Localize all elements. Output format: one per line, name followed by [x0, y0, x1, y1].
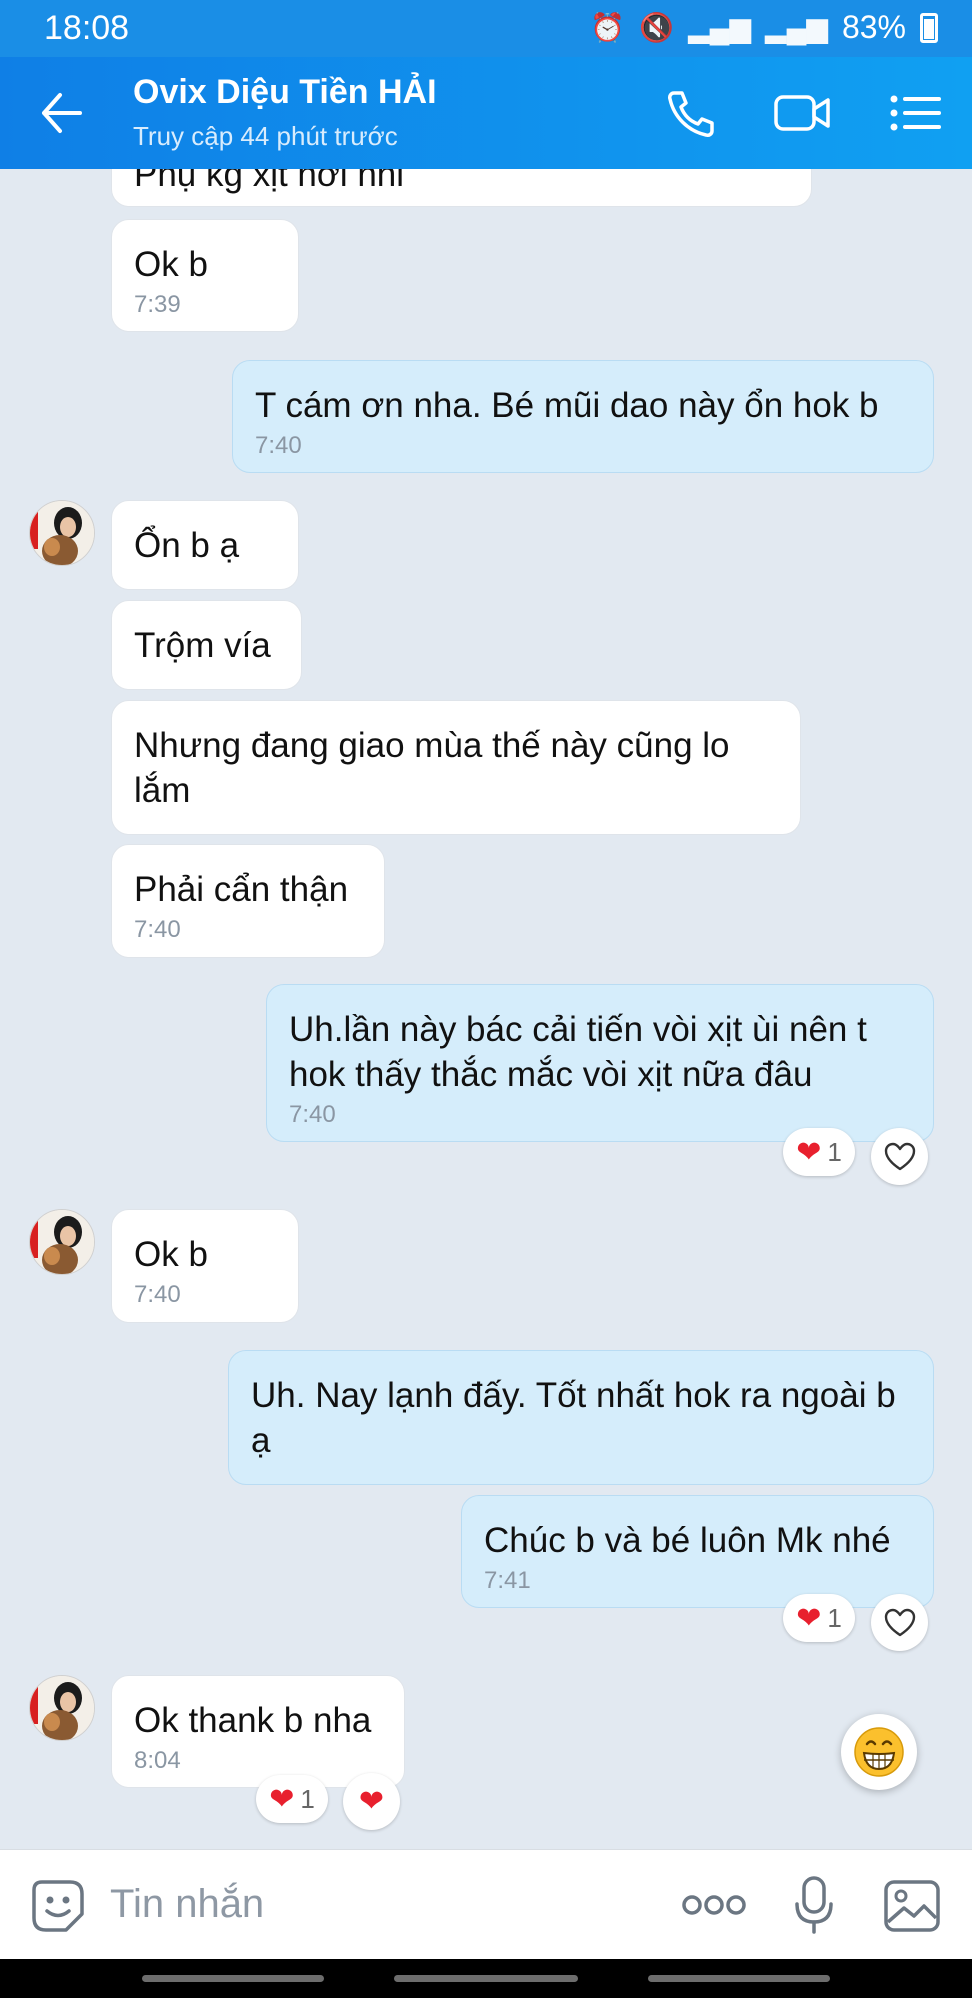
heart-icon: ❤ — [269, 1782, 295, 1816]
status-time: 18:08 — [44, 9, 130, 47]
message-incoming[interactable]: Ok b 7:39 — [111, 219, 299, 332]
microphone-icon[interactable] — [792, 1874, 836, 1936]
menu-list-icon[interactable] — [886, 85, 946, 141]
message-outgoing[interactable]: Chúc b và bé luôn Mk nhé 7:41 — [461, 1495, 934, 1608]
message-incoming[interactable]: Nhưng đang giao mùa thế này cũng lo lắm — [111, 700, 801, 835]
react-heart-button[interactable]: ❤ — [343, 1773, 400, 1830]
message-time: 7:39 — [134, 291, 181, 318]
message-incoming[interactable]: Phải cẩn thận 7:40 — [111, 844, 385, 958]
reaction-count[interactable]: ❤ 1 — [256, 1775, 328, 1823]
system-navigation-bar — [0, 1959, 972, 1998]
data-signal-icon: ▂▄▆ — [765, 12, 828, 43]
message-incoming[interactable]: Phụ kg xịt hơi nhỉ — [111, 169, 812, 207]
message-composer: Tin nhắn — [0, 1849, 972, 1960]
nav-recents[interactable] — [648, 1975, 830, 1982]
grinning-face-icon — [854, 1727, 904, 1777]
message-incoming[interactable]: Ok b 7:40 — [111, 1209, 299, 1323]
quick-emoji-button[interactable] — [841, 1714, 917, 1790]
heart-icon: ❤ — [796, 1601, 822, 1635]
message-incoming[interactable]: Ok thank b nha 8:04 — [111, 1675, 405, 1788]
video-call-icon[interactable] — [772, 85, 832, 141]
image-gallery-icon[interactable] — [882, 1878, 942, 1934]
sticker-icon[interactable] — [30, 1878, 86, 1934]
heart-outline-icon — [884, 1608, 915, 1636]
back-arrow-icon[interactable] — [36, 87, 92, 139]
message-time: 7:40 — [289, 1101, 336, 1128]
message-time: 7:40 — [134, 916, 181, 943]
heart-icon: ❤ — [358, 1785, 385, 1818]
message-time: 7:40 — [134, 1281, 181, 1308]
message-outgoing[interactable]: Uh. Nay lạnh đấy. Tốt nhất hok ra ngoài … — [228, 1350, 934, 1485]
status-icons: ⏰ 🔇 ▂▄▆ ▂▄▆ 83% — [590, 9, 938, 46]
contact-avatar[interactable] — [29, 1209, 95, 1275]
message-outgoing[interactable]: T cám ơn nha. Bé mũi dao này ổn hok b 7:… — [232, 360, 934, 473]
alarm-icon: ⏰ — [590, 12, 626, 43]
message-time: 7:40 — [255, 432, 302, 459]
message-incoming[interactable]: Ổn b ạ — [111, 500, 299, 590]
chat-header: Ovix Diệu Tiền HẢI Truy cập 44 phút trướ… — [0, 57, 972, 169]
last-seen-status: Truy cập 44 phút trước — [133, 121, 398, 151]
status-bar: 18:08 ⏰ 🔇 ▂▄▆ ▂▄▆ 83% — [0, 0, 972, 57]
contact-avatar[interactable] — [29, 500, 95, 566]
battery-icon — [920, 12, 938, 43]
message-incoming[interactable]: Trộm vía — [111, 600, 302, 690]
battery-percent: 83% — [841, 9, 906, 45]
react-heart-button[interactable] — [871, 1594, 928, 1651]
heart-outline-icon — [884, 1142, 915, 1170]
heart-icon: ❤ — [796, 1135, 822, 1169]
message-time: 7:41 — [484, 1567, 531, 1594]
phone-call-icon[interactable] — [660, 85, 720, 141]
nav-back[interactable] — [142, 1975, 324, 1982]
mute-icon: 🔇 — [639, 12, 675, 43]
react-heart-button[interactable] — [871, 1128, 928, 1185]
message-input[interactable]: Tin nhắn — [110, 1882, 264, 1927]
reaction-count[interactable]: ❤ 1 — [783, 1594, 855, 1642]
more-options-icon[interactable] — [682, 1890, 746, 1920]
message-outgoing[interactable]: Uh.lần này bác cải tiến vòi xịt ùi nên t… — [266, 984, 934, 1142]
message-time: 8:04 — [134, 1747, 181, 1774]
nav-home[interactable] — [394, 1975, 578, 1982]
signal-icon: ▂▄▆ — [688, 12, 752, 43]
message-list[interactable]: Phụ kg xịt hơi nhỉ Ok b 7:39 T cám ơn nh… — [0, 169, 972, 1849]
contact-avatar[interactable] — [29, 1675, 95, 1741]
contact-name[interactable]: Ovix Diệu Tiền HẢI — [133, 73, 437, 112]
reaction-count[interactable]: ❤ 1 — [783, 1128, 855, 1176]
